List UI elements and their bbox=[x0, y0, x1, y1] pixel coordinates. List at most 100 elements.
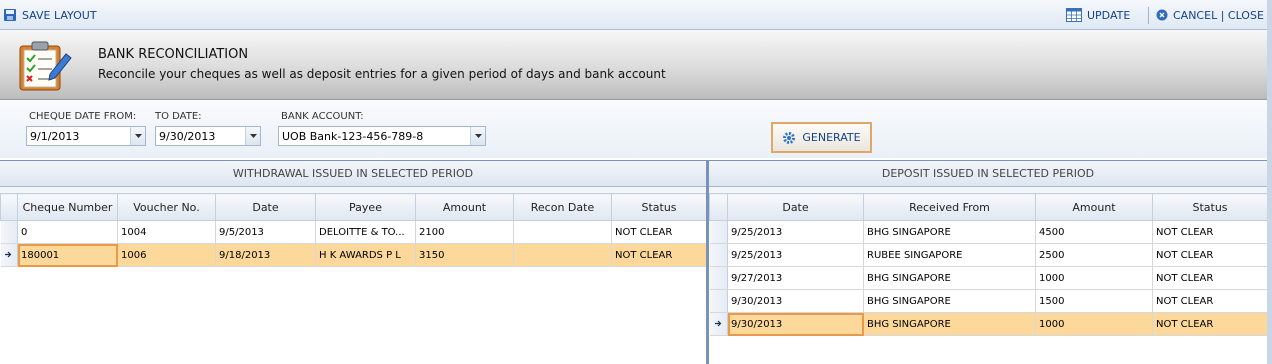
row-arrow-icon bbox=[714, 320, 722, 326]
table-row[interactable]: 180001 1006 9/18/2013 H K AWARDS P L 315… bbox=[0, 243, 707, 267]
table-row[interactable]: 9/25/2013 RUBEE SINGAPORE 2500 NOT CLEAR bbox=[709, 243, 1268, 267]
cheque-number-cell[interactable]: 180001 bbox=[17, 243, 118, 267]
date-cell[interactable]: 9/25/2013 bbox=[727, 220, 864, 244]
status-cell[interactable]: NOT CLEAR bbox=[611, 243, 707, 267]
window-edge-scrollbar[interactable] bbox=[1267, 0, 1272, 364]
voucher-cell[interactable]: 1004 bbox=[117, 220, 216, 244]
column-header[interactable]: Amount bbox=[1035, 193, 1153, 221]
to-date-picker[interactable]: 9/30/2013 bbox=[155, 126, 261, 146]
table-grid-icon bbox=[1066, 8, 1082, 22]
received-from-cell[interactable]: BHG SINGAPORE bbox=[863, 220, 1036, 244]
cheque-date-from-picker[interactable]: 9/1/2013 bbox=[26, 126, 146, 146]
bank-account-value: UOB Bank-123-456-789-8 bbox=[282, 129, 424, 143]
deposit-title-text: DEPOSIT ISSUED IN SELECTED PERIOD bbox=[881, 167, 1095, 180]
amount-cell[interactable]: 1000 bbox=[1035, 266, 1153, 290]
payee-cell[interactable]: H K AWARDS P L bbox=[315, 243, 416, 267]
status-cell[interactable]: NOT CLEAR bbox=[611, 220, 707, 244]
amount-cell[interactable]: 3150 bbox=[415, 243, 514, 267]
filter-bar: CHEQUE DATE FROM: 9/1/2013 TO DATE: 9/30… bbox=[0, 100, 1272, 158]
amount-cell[interactable]: 2100 bbox=[415, 220, 514, 244]
date-cell[interactable]: 9/18/2013 bbox=[215, 243, 316, 267]
deposit-panel-title: DEPOSIT ISSUED IN SELECTED PERIOD bbox=[709, 161, 1267, 187]
withdrawal-table: Cheque Number Voucher No. Date Payee Amo… bbox=[0, 193, 707, 267]
row-indicator[interactable] bbox=[0, 220, 18, 244]
column-header[interactable]: Cheque Number bbox=[17, 193, 118, 221]
amount-cell[interactable]: 4500 bbox=[1035, 220, 1153, 244]
row-indicator[interactable] bbox=[0, 243, 18, 267]
save-layout-label: SAVE LAYOUT bbox=[22, 8, 97, 22]
toolbar: SAVE LAYOUT UPDATE CANCEL | CLOSE bbox=[0, 0, 1272, 30]
deposit-panel: DEPOSIT ISSUED IN SELECTED PERIOD Date R… bbox=[709, 160, 1268, 364]
status-cell[interactable]: NOT CLEAR bbox=[1152, 289, 1268, 313]
received-from-cell[interactable]: BHG SINGAPORE bbox=[863, 266, 1036, 290]
date-cell[interactable]: 9/27/2013 bbox=[727, 266, 864, 290]
chevron-down-icon[interactable] bbox=[245, 127, 260, 145]
floppy-disk-icon bbox=[4, 9, 16, 21]
cheque-date-from-label: CHEQUE DATE FROM: bbox=[29, 111, 137, 122]
amount-cell[interactable]: 1000 bbox=[1035, 312, 1153, 336]
table-row[interactable]: 9/30/2013 BHG SINGAPORE 1500 NOT CLEAR bbox=[709, 289, 1268, 313]
amount-cell[interactable]: 2500 bbox=[1035, 243, 1153, 267]
table-row[interactable]: 9/30/2013 BHG SINGAPORE 1000 NOT CLEAR bbox=[709, 312, 1268, 336]
row-indicator-header bbox=[0, 193, 18, 221]
toolbar-separator bbox=[1148, 7, 1149, 24]
clipboard-checklist-icon bbox=[19, 41, 72, 91]
date-cell[interactable]: 9/30/2013 bbox=[727, 289, 864, 313]
amount-cell[interactable]: 1500 bbox=[1035, 289, 1153, 313]
table-row[interactable]: 9/25/2013 BHG SINGAPORE 4500 NOT CLEAR bbox=[709, 220, 1268, 244]
date-cell[interactable]: 9/5/2013 bbox=[215, 220, 316, 244]
status-cell[interactable]: NOT CLEAR bbox=[1152, 243, 1268, 267]
bank-account-select[interactable]: UOB Bank-123-456-789-8 bbox=[278, 126, 486, 146]
save-layout-button[interactable]: SAVE LAYOUT bbox=[3, 7, 97, 23]
generate-button[interactable]: GENERATE bbox=[771, 122, 872, 153]
row-indicator[interactable] bbox=[709, 289, 728, 313]
row-indicator[interactable] bbox=[709, 220, 728, 244]
column-header[interactable]: Amount bbox=[415, 193, 514, 221]
page-subtitle: Reconcile your cheques as well as deposi… bbox=[98, 67, 666, 81]
deposit-table: Date Received From Amount Status 9/25/20… bbox=[709, 193, 1268, 336]
column-header[interactable]: Received From bbox=[863, 193, 1036, 221]
cancel-circle-icon bbox=[1156, 9, 1168, 21]
column-header[interactable]: Recon Date bbox=[513, 193, 612, 221]
date-cell[interactable]: 9/30/2013 bbox=[727, 312, 864, 336]
chevron-down-icon[interactable] bbox=[130, 127, 145, 145]
table-row[interactable]: 9/27/2013 BHG SINGAPORE 1000 NOT CLEAR bbox=[709, 266, 1268, 290]
received-from-cell[interactable]: BHG SINGAPORE bbox=[863, 312, 1036, 336]
status-cell[interactable]: NOT CLEAR bbox=[1152, 220, 1268, 244]
column-header[interactable]: Date bbox=[727, 193, 864, 221]
column-header[interactable]: Status bbox=[1152, 193, 1268, 221]
cheque-date-from-value: 9/1/2013 bbox=[30, 129, 80, 143]
bank-account-label: BANK ACCOUNT: bbox=[281, 111, 364, 122]
withdrawal-panel: WITHDRAWAL ISSUED IN SELECTED PERIOD Che… bbox=[0, 160, 707, 364]
status-cell[interactable]: NOT CLEAR bbox=[1152, 266, 1268, 290]
page-header: BANK RECONCILIATION Reconcile your chequ… bbox=[0, 30, 1272, 100]
row-indicator[interactable] bbox=[709, 312, 728, 336]
row-indicator[interactable] bbox=[709, 243, 728, 267]
update-button[interactable]: UPDATE bbox=[1066, 7, 1130, 23]
row-indicator[interactable] bbox=[709, 266, 728, 290]
column-header[interactable]: Date bbox=[215, 193, 316, 221]
generate-label: GENERATE bbox=[802, 131, 861, 144]
date-cell[interactable]: 9/25/2013 bbox=[727, 243, 864, 267]
cheque-number-cell[interactable]: 0 bbox=[17, 220, 118, 244]
voucher-cell[interactable]: 1006 bbox=[117, 243, 216, 267]
received-from-cell[interactable]: RUBEE SINGAPORE bbox=[863, 243, 1036, 267]
table-row[interactable]: 0 1004 9/5/2013 DELOITTE & TO... 2100 NO… bbox=[0, 220, 707, 244]
status-cell[interactable]: NOT CLEAR bbox=[1152, 312, 1268, 336]
received-from-cell[interactable]: BHG SINGAPORE bbox=[863, 289, 1036, 313]
column-header[interactable]: Voucher No. bbox=[117, 193, 216, 221]
withdrawal-panel-title: WITHDRAWAL ISSUED IN SELECTED PERIOD bbox=[0, 161, 706, 187]
column-header[interactable]: Status bbox=[611, 193, 707, 221]
cancel-close-label: CANCEL | CLOSE bbox=[1173, 8, 1264, 22]
cancel-close-button[interactable]: CANCEL | CLOSE bbox=[1156, 7, 1264, 23]
recon-date-cell[interactable] bbox=[513, 243, 612, 267]
column-header[interactable]: Payee bbox=[315, 193, 416, 221]
chevron-down-icon[interactable] bbox=[470, 127, 485, 145]
recon-date-cell[interactable] bbox=[513, 220, 612, 244]
row-indicator-header bbox=[709, 193, 728, 221]
to-date-value: 9/30/2013 bbox=[159, 129, 216, 143]
payee-cell[interactable]: DELOITTE & TO... bbox=[315, 220, 416, 244]
table-header-row: Date Received From Amount Status bbox=[709, 193, 1268, 221]
withdrawal-title-text: WITHDRAWAL ISSUED IN SELECTED PERIOD bbox=[232, 167, 474, 180]
gear-icon bbox=[783, 131, 796, 144]
